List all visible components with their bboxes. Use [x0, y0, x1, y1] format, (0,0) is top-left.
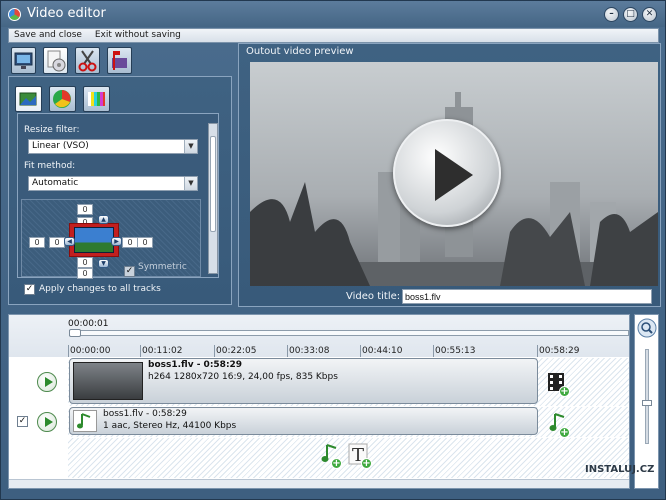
- arrow-up-icon[interactable]: ▲: [98, 215, 109, 224]
- crop-preview-image: [74, 227, 114, 253]
- cursor-time: 00:00:01: [68, 319, 109, 329]
- resize-filter-value: Linear (VSO): [32, 141, 89, 151]
- seek-bar[interactable]: [69, 329, 629, 337]
- chevron-down-icon: ▼: [184, 140, 197, 153]
- timeline-ruler[interactable]: 00:00:01 00:00:00 00:11:02 00:22:05 00:3…: [9, 315, 629, 357]
- scissors-button[interactable]: [75, 47, 100, 74]
- window-title: Video editor: [27, 6, 106, 21]
- plus-icon: +: [559, 386, 570, 397]
- video-clip-name: boss1.flv - 0:58:29: [148, 360, 243, 370]
- resize-icon: [19, 92, 37, 106]
- minimize-icon[interactable]: –: [604, 7, 619, 22]
- menu-bar: Save and close Exit without saving: [8, 28, 659, 43]
- title-bar[interactable]: Video editor – □ ✕: [1, 1, 665, 27]
- tab-resize[interactable]: [15, 86, 42, 112]
- add-audio-button[interactable]: +: [546, 410, 570, 438]
- symmetric-label: Symmetric: [138, 262, 187, 272]
- fit-method-value: Automatic: [32, 178, 79, 188]
- trim-icon: [112, 51, 127, 70]
- tick-label: 00:55:13: [435, 346, 476, 356]
- play-track-icon[interactable]: [37, 412, 57, 432]
- timeline-hscrollbar[interactable]: [9, 479, 629, 488]
- zoom-slider-thumb[interactable]: [642, 400, 652, 406]
- seek-thumb[interactable]: [69, 329, 81, 337]
- crop-bottom-field[interactable]: 0: [77, 268, 93, 279]
- video-title-label: Video title:: [346, 291, 401, 302]
- arrow-left-icon[interactable]: ◀: [64, 237, 75, 246]
- audio-clip-info: 1 aac, Stereo Hz, 44100 Kbps: [103, 421, 237, 431]
- video-clip-info: h264 1280x720 16:9, 24,00 fps, 835 Kbps: [148, 372, 338, 382]
- exit-without-saving-menu[interactable]: Exit without saving: [90, 29, 186, 41]
- symmetric-checkbox[interactable]: ✓: [124, 266, 135, 277]
- clip-thumbnail: [73, 362, 143, 400]
- resize-filter-select[interactable]: Linear (VSO) ▼: [28, 139, 198, 154]
- scissors-icon: [78, 50, 97, 72]
- monitor-settings-icon: [14, 52, 33, 69]
- color-bars-icon: [88, 92, 105, 106]
- inner-left-field[interactable]: 0: [49, 237, 65, 248]
- play-track-icon[interactable]: [37, 372, 57, 392]
- inner-bottom-field[interactable]: 0: [77, 257, 93, 268]
- disc-settings-button[interactable]: [43, 47, 68, 74]
- audio-track-checkbox[interactable]: ✓: [17, 416, 28, 427]
- video-preview[interactable]: [250, 62, 658, 286]
- app-logo-icon: [8, 8, 21, 21]
- chevron-down-icon: ▼: [184, 177, 197, 190]
- arrow-down-icon[interactable]: ▼: [98, 259, 109, 268]
- audio-clip[interactable]: boss1.flv - 0:58:29 1 aac, Stereo Hz, 44…: [69, 407, 538, 435]
- add-text-button[interactable]: T +: [348, 441, 372, 469]
- zoom-panel: [634, 314, 659, 489]
- close-icon[interactable]: ✕: [642, 7, 657, 22]
- video-title-input[interactable]: [402, 289, 652, 304]
- trim-button[interactable]: [107, 47, 132, 74]
- video-editor-window: Video editor – □ ✕ Save and close Exit w…: [0, 0, 666, 500]
- timeline: 00:00:01 00:00:00 00:11:02 00:22:05 00:3…: [8, 314, 630, 489]
- fit-method-select[interactable]: Automatic ▼: [28, 176, 198, 191]
- zoom-icon[interactable]: [636, 317, 658, 339]
- audio-clip-name: boss1.flv - 0:58:29: [103, 409, 187, 419]
- plus-icon: +: [361, 458, 372, 469]
- video-clip[interactable]: boss1.flv - 0:58:29 h264 1280x720 16:9, …: [69, 358, 538, 404]
- tick-label: 00:00:00: [70, 346, 111, 356]
- monitor-settings-button[interactable]: [11, 47, 36, 74]
- maximize-icon[interactable]: □: [623, 7, 638, 22]
- preview-label: Outout video preview: [246, 46, 354, 57]
- tick-label: 00:33:08: [289, 346, 330, 356]
- resize-filter-label: Resize filter:: [24, 125, 80, 135]
- settings-scrollbar[interactable]: [208, 123, 218, 274]
- plus-icon: +: [331, 458, 342, 469]
- play-icon[interactable]: [393, 119, 501, 227]
- watermark: INSTALUJ.CZ: [585, 464, 655, 475]
- fit-method-label: Fit method:: [24, 161, 76, 171]
- tick-label: 00:22:05: [216, 346, 257, 356]
- color-wheel-icon: [53, 90, 71, 108]
- inner-right-field[interactable]: 0: [122, 237, 138, 248]
- add-video-button[interactable]: +: [546, 369, 570, 397]
- zoom-slider[interactable]: [642, 349, 652, 444]
- tick-label: 00:11:02: [142, 346, 183, 356]
- save-and-close-menu[interactable]: Save and close: [9, 29, 87, 41]
- crop-left-field[interactable]: 0: [29, 237, 45, 248]
- apply-all-checkbox[interactable]: ✓: [24, 284, 35, 295]
- scrollbar-thumb[interactable]: [210, 136, 216, 232]
- arrow-right-icon[interactable]: ▶: [111, 237, 122, 246]
- tab-color[interactable]: [49, 86, 76, 112]
- crop-top-field[interactable]: 0: [77, 204, 93, 215]
- tab-color-bars[interactable]: [83, 86, 110, 112]
- tick-label: 00:58:29: [539, 346, 580, 356]
- plus-icon: +: [559, 427, 570, 438]
- apply-all-label: Apply changes to all tracks: [39, 284, 161, 294]
- music-note-icon: [73, 410, 97, 432]
- crop-right-field[interactable]: 0: [137, 237, 153, 248]
- disc-settings-icon: [47, 50, 66, 72]
- add-audio-track-button[interactable]: +: [318, 441, 342, 469]
- tick-label: 00:44:10: [362, 346, 403, 356]
